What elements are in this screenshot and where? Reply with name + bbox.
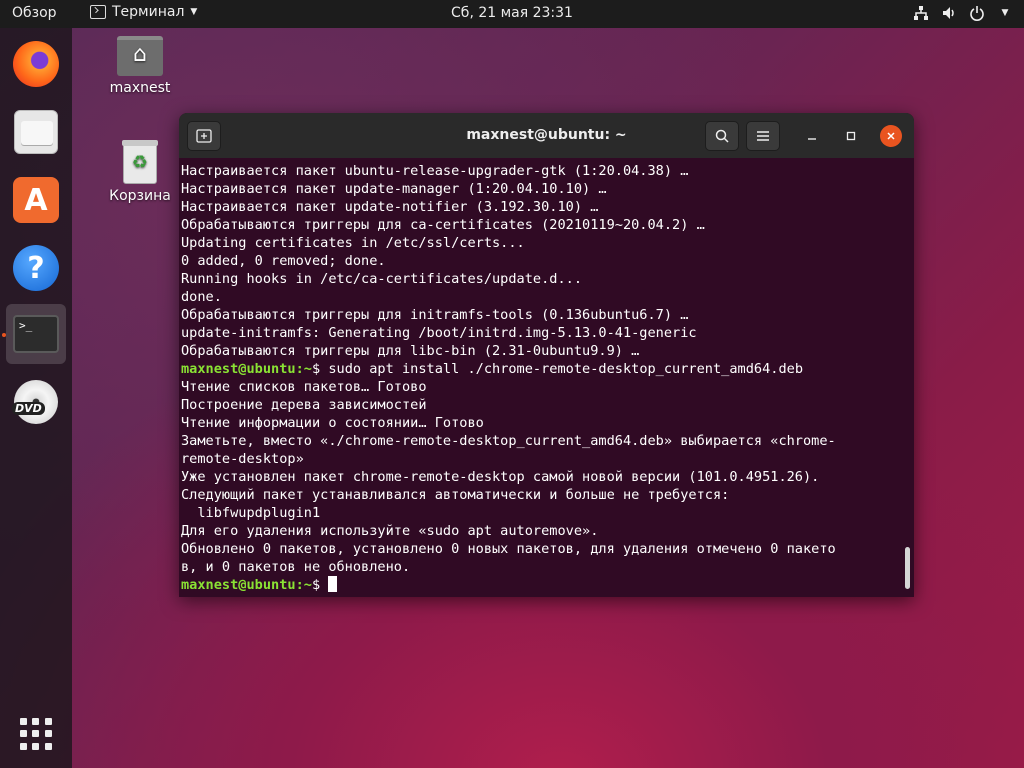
power-icon[interactable] xyxy=(968,4,986,22)
line-text: Обрабатываются триггеры для libc-bin (2.… xyxy=(181,343,640,359)
desktop-home-folder[interactable]: maxnest xyxy=(105,36,175,96)
line-text: Updating certificates in /etc/ssl/certs.… xyxy=(181,235,525,251)
terminal-line: Настраивается пакет ubuntu-release-upgra… xyxy=(181,162,912,180)
desktop-trash[interactable]: Корзина xyxy=(105,140,175,204)
prompt-user-host: maxnest@ubuntu:~ xyxy=(181,577,312,593)
home-folder-label: maxnest xyxy=(109,80,171,96)
dock-item-terminal[interactable]: >_ xyxy=(6,304,66,364)
terminal-icon: >_ xyxy=(13,315,59,353)
terminal-scrollbar[interactable] xyxy=(905,547,910,589)
terminal-line: Чтение списков пакетов… Готово xyxy=(181,378,912,396)
terminal-window[interactable]: maxnest@ubuntu: ~ Настраивается пакет ub… xyxy=(179,113,914,597)
app-menu-button[interactable]: Терминал ▼ xyxy=(90,4,197,20)
volume-icon[interactable] xyxy=(940,4,958,22)
firefox-icon xyxy=(13,41,59,87)
line-text: Обновлено 0 пакетов, установлено 0 новых… xyxy=(181,541,836,557)
line-text: remote-desktop» xyxy=(181,451,304,467)
terminal-line: Настраивается пакет update-notifier (3.1… xyxy=(181,198,912,216)
terminal-prompt-line: maxnest@ubuntu:~$ sudo apt install ./chr… xyxy=(181,360,912,378)
new-tab-button[interactable] xyxy=(187,121,221,151)
dock-item-software[interactable]: A xyxy=(6,170,66,230)
terminal-line: 0 added, 0 removed; done. xyxy=(181,252,912,270)
terminal-line: Построение дерева зависимостей xyxy=(181,396,912,414)
line-text: $ sudo apt install ./chrome-remote-deskt… xyxy=(311,361,804,377)
maximize-button[interactable] xyxy=(840,125,862,147)
trash-icon xyxy=(122,140,158,184)
line-text: 0 added, 0 removed; done. xyxy=(181,253,386,269)
dock-item-firefox[interactable] xyxy=(6,34,66,94)
activities-button[interactable]: Обзор xyxy=(12,5,57,21)
line-text: Настраивается пакет ubuntu-release-upgra… xyxy=(181,163,689,179)
dock-item-help[interactable]: ? xyxy=(6,238,66,298)
terminal-app-icon xyxy=(90,5,106,19)
terminal-line: Обрабатываются триггеры для initramfs-to… xyxy=(181,306,912,324)
software-store-icon: A xyxy=(13,177,59,223)
home-folder-icon xyxy=(117,36,163,76)
trash-label: Корзина xyxy=(109,188,171,204)
terminal-line: Настраивается пакет update-manager (1:20… xyxy=(181,180,912,198)
terminal-line: Заметьте, вместо «./chrome-remote-deskto… xyxy=(181,432,912,450)
show-applications-icon[interactable] xyxy=(20,718,52,750)
desktop: { "topbar": { "activities": "Обзор", "ap… xyxy=(0,0,1024,768)
line-text: Обрабатываются триггеры для ca-certifica… xyxy=(181,217,705,233)
files-icon xyxy=(14,110,58,154)
terminal-header-bar[interactable]: maxnest@ubuntu: ~ xyxy=(179,113,914,158)
terminal-line: в, и 0 пакетов не обновлено. xyxy=(181,558,912,576)
line-text: Настраивается пакет update-notifier (3.1… xyxy=(181,199,599,215)
terminal-line: libfwupdplugin1 xyxy=(181,504,912,522)
terminal-line: Обновлено 0 пакетов, установлено 0 новых… xyxy=(181,540,912,558)
line-text: Для его удаления используйте «sudo apt a… xyxy=(181,523,599,539)
line-text: Настраивается пакет update-manager (1:20… xyxy=(181,181,607,197)
dock-item-files[interactable] xyxy=(6,102,66,162)
system-tray[interactable]: ▼ xyxy=(912,4,1014,22)
dock: A ? >_ DVD xyxy=(0,28,72,768)
network-icon[interactable] xyxy=(912,4,930,22)
dock-item-dvd[interactable]: DVD xyxy=(6,372,66,432)
prompt-user-host: maxnest@ubuntu:~ xyxy=(181,361,312,377)
running-indicator xyxy=(2,333,6,337)
line-text: libfwupdplugin1 xyxy=(181,505,321,521)
top-bar: Обзор Терминал ▼ Сб, 21 мая 23:31 ▼ xyxy=(0,0,1024,28)
terminal-line: Обрабатываются триггеры для ca-certifica… xyxy=(181,216,912,234)
clock-button[interactable]: Сб, 21 мая 23:31 xyxy=(451,5,573,21)
line-text: Уже установлен пакет chrome-remote-deskt… xyxy=(181,469,820,485)
terminal-line: Running hooks in /etc/ca-certificates/up… xyxy=(181,270,912,288)
search-icon xyxy=(715,129,729,143)
line-text: Running hooks in /etc/ca-certificates/up… xyxy=(181,271,583,287)
terminal-line: Следующий пакет устанавливался автоматич… xyxy=(181,486,912,504)
line-text: update-initramfs: Generating /boot/initr… xyxy=(181,325,697,341)
line-text: в, и 0 пакетов не обновлено. xyxy=(181,559,411,575)
close-button[interactable] xyxy=(880,125,902,147)
line-text: Чтение списков пакетов… Готово xyxy=(181,379,427,395)
terminal-line: Обрабатываются триггеры для libc-bin (2.… xyxy=(181,342,912,360)
line-text: $ xyxy=(311,577,329,593)
line-text: Чтение информации о состоянии… Готово xyxy=(181,415,484,431)
line-text: Заметьте, вместо «./chrome-remote-deskto… xyxy=(181,433,836,449)
chevron-down-icon: ▼ xyxy=(190,7,198,17)
terminal-prompt-line: maxnest@ubuntu:~$ xyxy=(181,576,912,594)
line-text: done. xyxy=(181,289,222,305)
terminal-line: Updating certificates in /etc/ssl/certs.… xyxy=(181,234,912,252)
hamburger-icon xyxy=(757,131,769,141)
dvd-icon: DVD xyxy=(12,380,58,424)
terminal-line: Уже установлен пакет chrome-remote-deskt… xyxy=(181,468,912,486)
minimize-button[interactable] xyxy=(801,125,823,147)
system-menu-chevron-icon[interactable]: ▼ xyxy=(996,4,1014,22)
terminal-line: update-initramfs: Generating /boot/initr… xyxy=(181,324,912,342)
terminal-line: Для его удаления используйте «sudo apt a… xyxy=(181,522,912,540)
hamburger-menu-button[interactable] xyxy=(746,121,780,151)
text-cursor xyxy=(328,576,338,592)
terminal-line: Чтение информации о состоянии… Готово xyxy=(181,414,912,432)
app-menu-label: Терминал xyxy=(112,4,185,20)
search-button[interactable] xyxy=(705,121,739,151)
help-icon: ? xyxy=(13,245,59,291)
terminal-output[interactable]: Настраивается пакет ubuntu-release-upgra… xyxy=(179,158,914,594)
line-text: Обрабатываются триггеры для initramfs-to… xyxy=(181,307,689,323)
line-text: Построение дерева зависимостей xyxy=(181,397,427,413)
terminal-line: done. xyxy=(181,288,912,306)
line-text: Следующий пакет устанавливался автоматич… xyxy=(181,487,730,503)
terminal-line: remote-desktop» xyxy=(181,450,912,468)
close-icon xyxy=(887,132,895,140)
